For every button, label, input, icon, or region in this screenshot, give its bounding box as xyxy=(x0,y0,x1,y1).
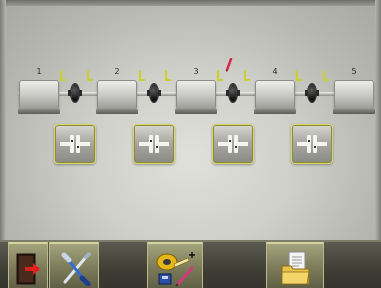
foot-marker-icon xyxy=(295,70,303,82)
bottom-toolbar xyxy=(0,240,381,288)
foot-marker-icon xyxy=(59,70,67,82)
coupling-alignment-icon xyxy=(139,135,169,153)
foot-marker-icon xyxy=(164,70,172,82)
machine-number: 3 xyxy=(193,67,199,76)
coupling-alignment-icon xyxy=(218,135,248,153)
machine-3[interactable]: 3 xyxy=(175,67,217,114)
file-button[interactable] xyxy=(266,242,324,288)
coupling-3 xyxy=(226,84,240,102)
machine-2[interactable]: 2 xyxy=(96,67,138,114)
foot-marker-icon xyxy=(86,70,94,82)
coupling-alignment-icon xyxy=(297,135,327,153)
folder-document-icon xyxy=(281,251,310,285)
machine-1[interactable]: 1 xyxy=(18,67,60,114)
coupling-button-3[interactable] xyxy=(212,124,254,164)
machine-number: 5 xyxy=(351,67,357,76)
foot-marker-icon xyxy=(216,70,224,82)
frame-top xyxy=(0,0,381,6)
coupling-button-1[interactable] xyxy=(54,124,96,164)
frame-left xyxy=(0,0,6,240)
coupling-2 xyxy=(147,84,161,102)
machine-4[interactable]: 4 xyxy=(254,67,296,114)
foot-marker-icon xyxy=(138,70,146,82)
coupling-4 xyxy=(305,84,319,102)
machine-number: 2 xyxy=(114,67,120,76)
screwdriver-wrench-icon xyxy=(61,252,91,286)
machine-number: 1 xyxy=(36,67,42,76)
coupling-button-2[interactable] xyxy=(133,124,175,164)
alignment-screen: 1 2 3 4 5 xyxy=(0,0,381,288)
foot-marker-icon xyxy=(322,70,330,82)
pencil-marker-icon xyxy=(225,58,233,72)
coupling-button-4[interactable] xyxy=(291,124,333,164)
frame-right xyxy=(375,0,381,240)
edit-measure-button[interactable] xyxy=(147,242,203,288)
tools-button[interactable] xyxy=(49,242,99,288)
tape-measure-pencil-icon xyxy=(156,252,195,287)
machine-number: 4 xyxy=(272,67,278,76)
exit-button[interactable] xyxy=(8,242,48,288)
machine-5[interactable]: 5 xyxy=(333,67,375,114)
exit-door-icon xyxy=(16,253,40,285)
coupling-1 xyxy=(68,84,82,102)
coupling-alignment-icon xyxy=(60,135,90,153)
foot-marker-icon xyxy=(243,70,251,82)
